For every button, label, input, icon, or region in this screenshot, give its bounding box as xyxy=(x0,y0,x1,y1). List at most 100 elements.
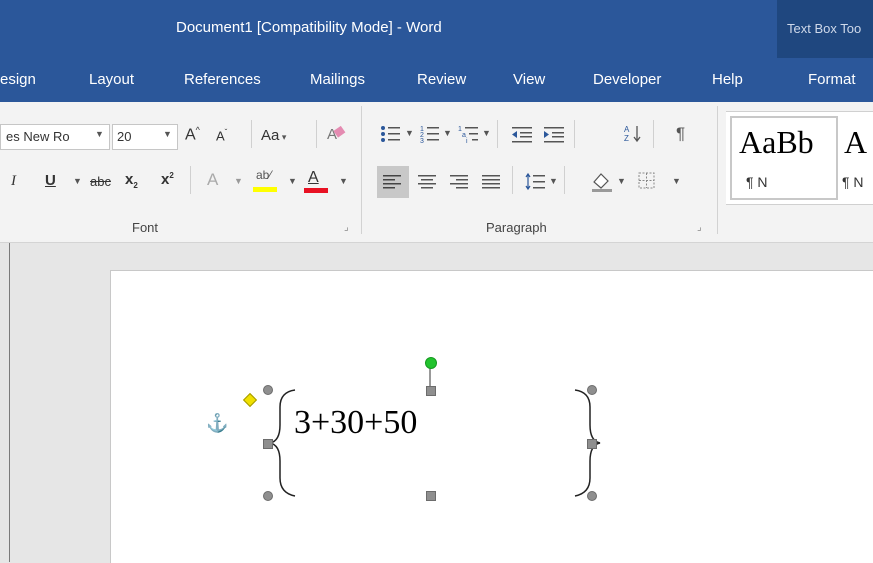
ribbon-tabs: esign Layout References Mailings Review … xyxy=(0,58,873,160)
font-group-label: Font xyxy=(132,220,159,235)
font-name-combo[interactable]: es New Ro ▼ xyxy=(0,124,110,150)
numbering-icon[interactable]: 123 xyxy=(420,124,444,144)
font-dialog-launcher-icon[interactable]: ⌟ xyxy=(344,222,349,233)
group-separator xyxy=(717,106,718,234)
align-left-button[interactable] xyxy=(377,166,409,198)
svg-text:3: 3 xyxy=(420,138,424,144)
resize-handle-right[interactable] xyxy=(587,439,597,449)
underline-icon[interactable]: U xyxy=(45,172,56,189)
style-no-spacing-name: ¶ N xyxy=(842,174,864,190)
align-left-icon xyxy=(383,175,401,189)
font-color-swatch xyxy=(304,188,328,193)
justify-icon[interactable] xyxy=(482,174,502,190)
chevron-down-icon[interactable]: ▼ xyxy=(443,128,452,138)
align-center-icon[interactable] xyxy=(418,174,438,190)
sort-icon[interactable]: AZ xyxy=(624,124,644,144)
text-effects-icon[interactable]: A xyxy=(207,170,218,190)
divider xyxy=(574,120,575,148)
multilevel-list-icon[interactable]: 1ai xyxy=(458,124,482,144)
show-hide-marks-icon[interactable]: ¶ xyxy=(676,124,685,144)
resize-handle-bottom-right[interactable] xyxy=(587,491,597,501)
tab-review[interactable]: Review xyxy=(417,71,466,88)
subscript-icon[interactable]: x2 xyxy=(125,171,138,190)
change-case-label: Aa xyxy=(261,127,280,144)
shrink-font-icon[interactable]: Aˇ xyxy=(216,128,227,143)
resize-handle-top-left[interactable] xyxy=(263,385,273,395)
title-bar: Document1 [Compatibility Mode] - Word xyxy=(0,0,873,58)
font-size-combo[interactable]: 20 ▼ xyxy=(112,124,178,150)
tab-design[interactable]: esign xyxy=(0,71,36,88)
divider xyxy=(316,120,317,148)
resize-handle-bottom-left[interactable] xyxy=(263,491,273,501)
font-name-value: es New Ro xyxy=(6,129,70,144)
tab-format[interactable]: Format xyxy=(808,71,856,88)
svg-text:Z: Z xyxy=(624,134,629,143)
chevron-down-icon[interactable]: ▼ xyxy=(405,128,414,138)
tab-developer[interactable]: Developer xyxy=(593,71,661,88)
highlight-color-button[interactable]: ab⁄ xyxy=(253,166,281,194)
tab-layout[interactable]: Layout xyxy=(89,71,134,88)
paragraph-group-label: Paragraph xyxy=(486,220,547,235)
style-normal-name: ¶ N xyxy=(746,174,768,190)
chevron-down-icon[interactable]: ▼ xyxy=(288,176,297,186)
font-color-button[interactable]: A xyxy=(303,166,331,194)
style-no-spacing[interactable]: A ¶ N xyxy=(840,116,873,196)
chevron-down-icon[interactable]: ▼ xyxy=(482,128,491,138)
anchor-icon[interactable]: ⚓ xyxy=(206,414,228,432)
highlight-swatch xyxy=(253,187,277,192)
borders-icon[interactable] xyxy=(638,172,656,190)
divider xyxy=(653,120,654,148)
style-normal[interactable]: AaBb ¶ N xyxy=(730,116,838,200)
window-edge xyxy=(9,243,10,562)
rotation-handle[interactable] xyxy=(425,357,437,369)
tab-view[interactable]: View xyxy=(513,71,545,88)
divider xyxy=(190,166,191,194)
equation-text[interactable]: 3+30+50 xyxy=(294,404,417,442)
tab-mailings[interactable]: Mailings xyxy=(310,71,365,88)
divider xyxy=(251,120,252,148)
font-size-value: 20 xyxy=(117,129,132,144)
chevron-down-icon[interactable]: ▼ xyxy=(73,176,82,186)
resize-handle-top-right[interactable] xyxy=(587,385,597,395)
paragraph-dialog-launcher-icon[interactable]: ⌟ xyxy=(697,222,702,233)
grow-font-icon[interactable]: A^ xyxy=(185,125,200,144)
divider xyxy=(564,166,565,194)
italic-icon[interactable]: I xyxy=(11,173,16,190)
line-spacing-icon[interactable] xyxy=(525,172,547,192)
tab-references[interactable]: References xyxy=(184,71,261,88)
chevron-down-icon[interactable]: ▼ xyxy=(617,176,626,186)
style-normal-preview: AaBb xyxy=(739,124,814,160)
increase-indent-icon[interactable] xyxy=(542,124,566,144)
group-separator xyxy=(361,106,362,234)
decrease-indent-icon[interactable] xyxy=(510,124,534,144)
svg-text:A: A xyxy=(327,126,337,143)
clear-formatting-icon[interactable]: A xyxy=(326,124,346,144)
chevron-down-icon[interactable]: ▼ xyxy=(95,129,104,139)
window-title: Document1 [Compatibility Mode] - Word xyxy=(176,19,442,36)
resize-handle-top[interactable] xyxy=(426,386,436,396)
svg-text:A: A xyxy=(624,125,630,134)
contextual-tab-header: Text Box Too xyxy=(777,0,873,58)
divider xyxy=(497,120,498,148)
bullets-icon[interactable] xyxy=(380,124,404,144)
chevron-down-icon[interactable]: ▼ xyxy=(163,129,172,139)
svg-text:i: i xyxy=(466,138,468,144)
divider xyxy=(512,166,513,194)
strikethrough-label: abc xyxy=(90,174,111,189)
left-brace-shape xyxy=(269,389,296,497)
shading-icon[interactable] xyxy=(590,170,614,192)
chevron-down-icon[interactable]: ▼ xyxy=(672,176,681,186)
highlighter-icon: ab⁄ xyxy=(256,168,272,182)
change-case-button[interactable]: Aa ▾ xyxy=(261,127,286,144)
resize-handle-bottom[interactable] xyxy=(426,491,436,501)
resize-handle-left[interactable] xyxy=(263,439,273,449)
chevron-down-icon[interactable]: ▼ xyxy=(339,176,348,186)
strikethrough-icon[interactable]: abc xyxy=(90,174,111,189)
contextual-tab-title: Text Box Too xyxy=(787,21,862,36)
font-color-icon: A xyxy=(308,169,319,186)
tab-help[interactable]: Help xyxy=(712,71,743,88)
chevron-down-icon[interactable]: ▼ xyxy=(549,176,558,186)
superscript-icon[interactable]: x2 xyxy=(161,171,174,188)
chevron-down-icon[interactable]: ▼ xyxy=(234,176,243,186)
align-right-icon[interactable] xyxy=(450,174,470,190)
